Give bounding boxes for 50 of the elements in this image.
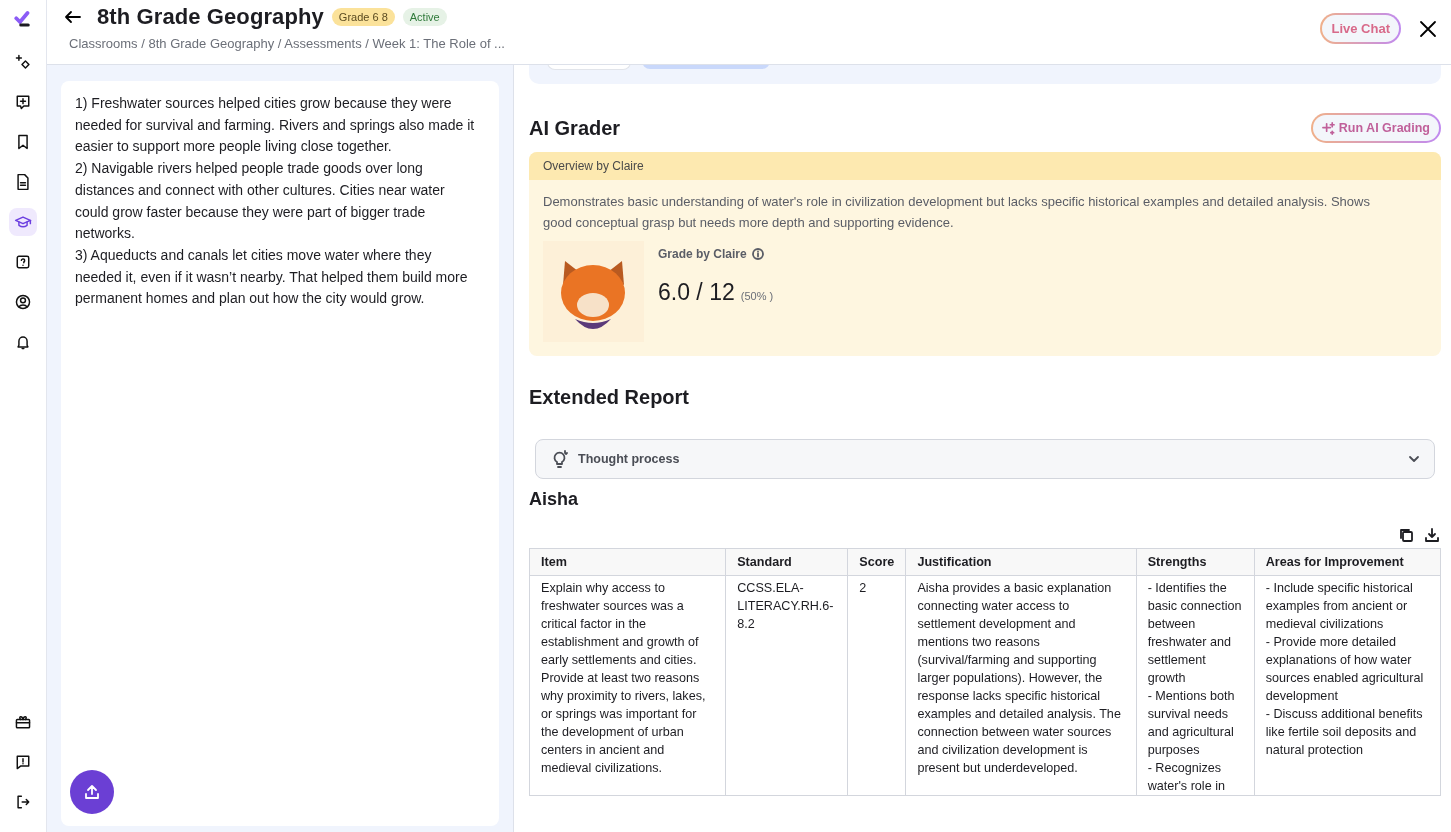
column-header: Justification [905, 548, 1137, 576]
user-circle-icon [14, 293, 32, 311]
section-title: AI Grader [529, 116, 621, 140]
grade-label: Grade by Claire [658, 247, 747, 261]
student-name: Aisha [529, 489, 580, 510]
close-button[interactable] [1419, 19, 1437, 38]
thought-process-label: Thought process [578, 452, 681, 466]
gift-icon [14, 713, 32, 731]
copy-icon[interactable] [1399, 528, 1413, 542]
chevron-icon [1408, 453, 1420, 465]
info-icon[interactable] [751, 248, 764, 260]
overview-header: Overview by Claire [529, 152, 1441, 180]
logout-icon [14, 793, 32, 811]
table-cell: Explain why access to freshwater sources was a critical factor in the establishment and growth of early settlements and cities. Provide at least two reasons why proximity to rivers, lakes, or springs was important for the development of urban centers in ancient and medieval civilizations. [529, 575, 726, 796]
status-badge: Active [402, 8, 447, 26]
answer-paragraph: 2) Navigable rivers helped people trade goods over long distances and connect with other cultures. Cities near water could grow faster because they were part of bigger trade networks. [75, 159, 446, 244]
page-title: 8th Grade Geography [97, 4, 324, 30]
close-icon [1419, 19, 1437, 38]
column-header: Areas for Improvement [1254, 548, 1441, 576]
live-chat-button[interactable]: Live Chat [1320, 13, 1401, 44]
grade-score: 6.0 / 12 [658, 279, 735, 306]
section-title: Extended Report [529, 386, 691, 409]
table-cell: Aisha provides a basic explanation connecting water access to settlement development and mentions two reasons (survival/farming and supporting larger populations). However, the response lacks specific historical examples and detailed analysis. The connection between water sources and civilization development is present but underdeveloped. [905, 575, 1137, 796]
bell-icon [14, 333, 32, 351]
feedback-icon [14, 753, 32, 771]
table-cell: 2 [847, 575, 906, 796]
answer-paragraph: 3) Aqueducts and canals let cities move water where they needed it, even if it wasn’t nearby. That helped them build more permanent homes and plan out how the city would grow. [75, 245, 469, 309]
table-cell: CCSS.ELA-LITERACY.RH.6-8.2 [725, 575, 848, 796]
app-logo-icon[interactable] [14, 10, 32, 28]
chat-plus-icon [14, 93, 32, 111]
column-header: Standard [725, 548, 848, 576]
answer-paragraph: 1) Freshwater sources helped cities grow because they were needed for survival and farming. Rivers and springs also made it easier to support more people living close together. [75, 94, 475, 157]
column-header: Strengths [1136, 548, 1255, 576]
table-cell: - Identifies the basic connection between freshwater and settlement growth - Mentions both survival needs and agricultural purposes - Recognizes water's role in [1136, 575, 1255, 796]
upload-icon [83, 783, 101, 801]
upload-button[interactable] [70, 770, 114, 814]
document-icon [14, 173, 32, 191]
grade-percent: (50% ) [740, 290, 774, 302]
thought-process-toggle[interactable]: Thought process [535, 439, 1435, 479]
table-cell: - Include specific historical examples from ancient or medieval civilizations - Provide more detailed explanations of how water sources enabled agricultural development - Discuss additional benefits like fertile soil deposits and natural protection [1254, 575, 1441, 796]
column-header: Item [529, 548, 726, 576]
sidebar-item[interactable] [9, 208, 37, 236]
sparkle-icon [1321, 121, 1335, 135]
breadcrumb[interactable]: Classrooms / 8th Grade Geography / Assessments / Week 1: The Role of ... [69, 36, 1321, 51]
status-badge: Grade 6 8 [331, 8, 395, 26]
column-header: Score [847, 548, 906, 576]
download-icon[interactable] [1425, 528, 1439, 542]
help-icon [14, 253, 32, 271]
sparkle-icon [14, 53, 32, 71]
overview-text: Demonstrates basic understanding of water's role in civilization development but lacks specific historical examples and detailed analysis. Shows good conceptual grasp but needs more depth and supporting evidence. [542, 193, 1371, 232]
